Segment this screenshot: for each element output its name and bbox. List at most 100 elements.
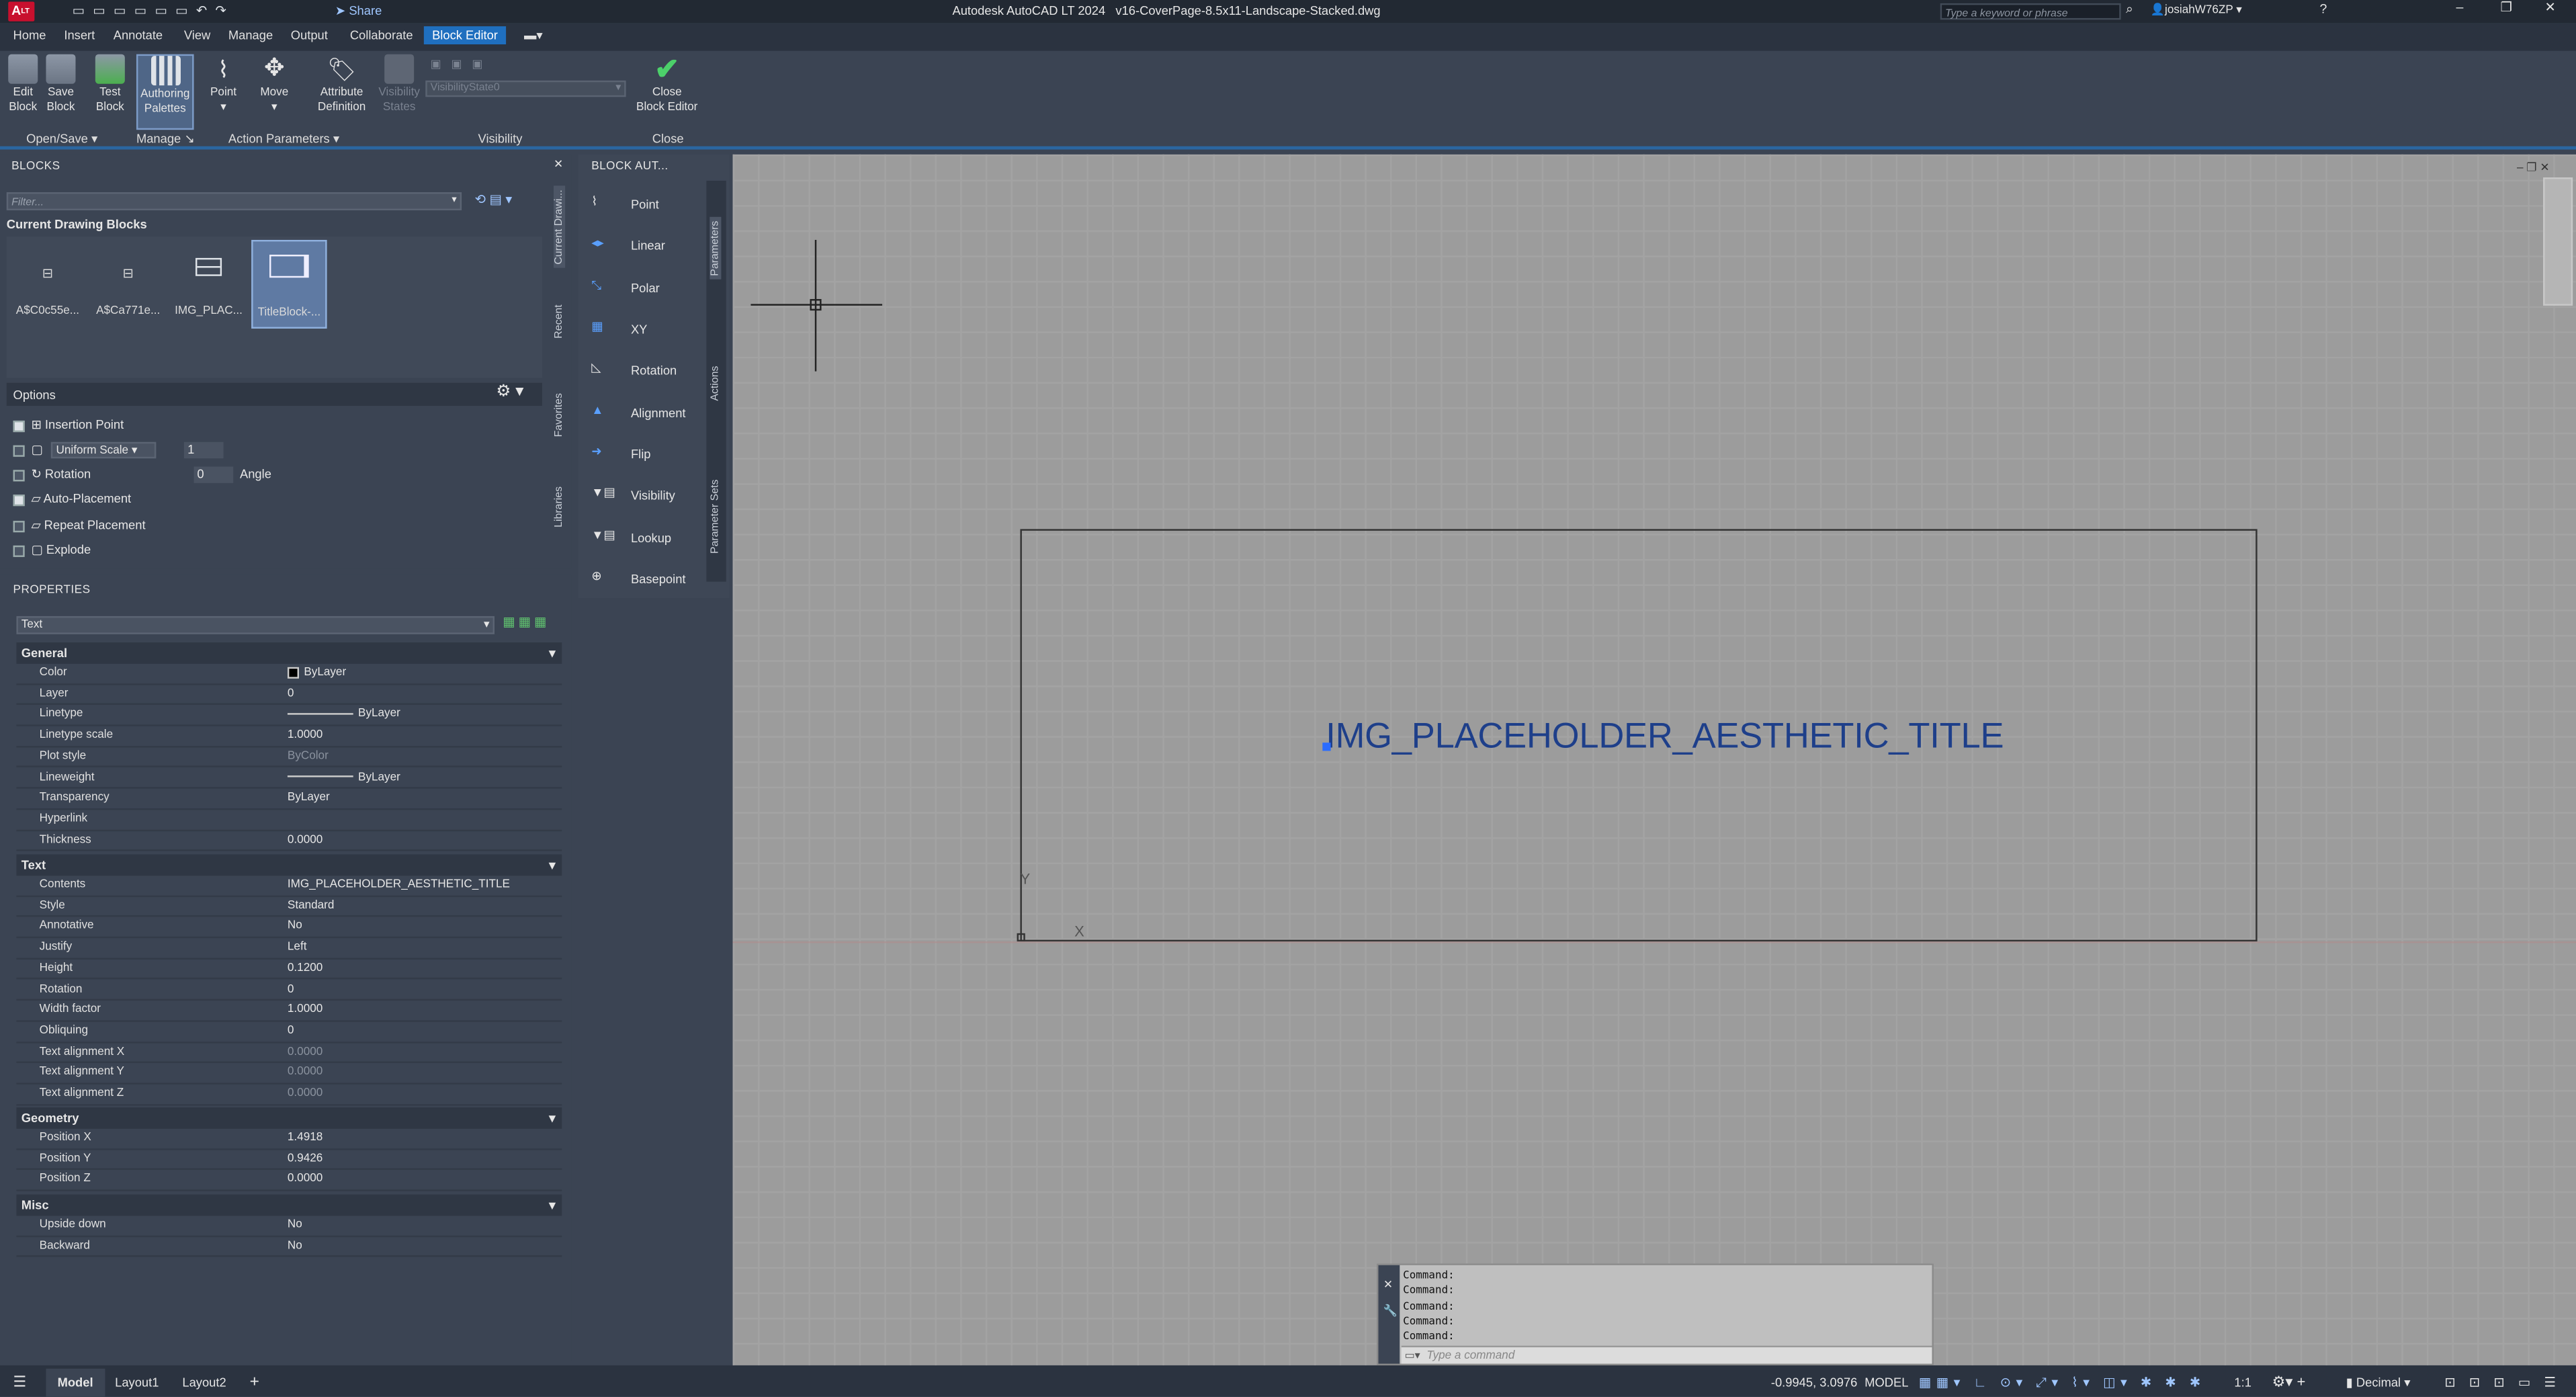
group-open-save[interactable]: Open/Save ▾	[26, 132, 97, 146]
command-input[interactable]: ▭▾ Type a command	[1401, 1345, 1932, 1364]
blocks-tab-favorites[interactable]: Favorites	[554, 393, 565, 437]
tool-xy[interactable]: ▦ XY	[591, 319, 647, 337]
section-general[interactable]: General ▾	[16, 642, 562, 664]
section-misc[interactable]: Misc ▾	[16, 1194, 562, 1216]
tab-layout2[interactable]: Layout2	[182, 1369, 226, 1397]
prop-position-x[interactable]: Position X 1.4918	[16, 1129, 562, 1150]
block-thumb-2[interactable]: ⊟ A$Ca771e...	[90, 240, 165, 329]
gear-icon[interactable]: ⚙ ▾	[496, 383, 523, 401]
block-thumb-4[interactable]: TitleBlock-...	[251, 239, 327, 329]
close-icon[interactable]: ✕	[1383, 1278, 1393, 1292]
drawing-canvas[interactable]: – ❐ ✕ IMG_PLACEHOLDER_AESTHETIC_TITLE Y …	[732, 154, 2576, 1365]
uniform-scale-select[interactable]: Uniform Scale ▾	[51, 441, 157, 459]
annotation-scale[interactable]: 1:1	[2234, 1369, 2251, 1397]
save-block-button[interactable]: Save Block	[43, 54, 79, 115]
units-select[interactable]: ▮ Decimal ▾	[2346, 1369, 2411, 1397]
navigation-bar[interactable]	[2543, 177, 2573, 306]
layout-menu-icon[interactable]: ☰	[13, 1369, 27, 1397]
option-insertion-point[interactable]: ⊞ Insertion Point	[13, 416, 124, 435]
prop-linetype[interactable]: Linetype ByLayer	[16, 706, 562, 726]
prop-justify[interactable]: Justify Left	[16, 938, 562, 960]
tab-insert[interactable]: Insert	[64, 28, 95, 43]
option-explode[interactable]: ▢ Explode	[13, 540, 91, 560]
tool-alignment[interactable]: ▲ Alignment	[591, 403, 685, 421]
prop-text-alignment-x[interactable]: Text alignment X 0.0000	[16, 1043, 562, 1064]
view-options-icon[interactable]: ⟲ ▤ ▾	[475, 192, 513, 207]
tool-polar[interactable]: ⤡ Polar	[591, 278, 660, 296]
gear-icon[interactable]: ⚙▾ +	[2272, 1369, 2306, 1397]
authoring-palettes-button[interactable]: Authoring Palettes	[136, 54, 194, 130]
tab-output[interactable]: Output	[291, 28, 328, 43]
plot-icon[interactable]: ▭	[175, 3, 196, 18]
blocks-tab-recent[interactable]: Recent	[554, 304, 565, 338]
add-layout-icon[interactable]: +	[250, 1369, 259, 1397]
tool-lookup[interactable]: ▼▤ Lookup	[591, 527, 671, 546]
search-input[interactable]: Type a keyword or phrase	[1940, 3, 2121, 20]
viewport-controls[interactable]: – ❐ ✕	[2517, 161, 2550, 174]
close-window-button[interactable]: ✕	[2545, 0, 2556, 15]
tab-annotate[interactable]: Annotate	[114, 28, 163, 43]
group-action-parameters[interactable]: Action Parameters ▾	[228, 132, 339, 146]
tab-layout1[interactable]: Layout1	[115, 1369, 159, 1397]
tab-manage[interactable]: Manage	[228, 28, 273, 43]
status-tool-icons[interactable]: ▦▦▾ ∟ ⊙▾ ⤢▾ ⌇▾ ◫▾ ✱ ✱ ✱	[1919, 1369, 2206, 1397]
tool-basepoint[interactable]: ⊕ Basepoint	[591, 568, 685, 587]
attribute-definition-button[interactable]: 🏷 Attribute Definition	[312, 54, 372, 115]
web-save-icon[interactable]: ▭	[155, 3, 175, 18]
block-thumb-1[interactable]: ⊟ A$C0c55e...	[10, 240, 85, 329]
user-account[interactable]: 👤josiahW76ZP ▾	[2151, 3, 2242, 16]
tab-model[interactable]: Model	[46, 1368, 105, 1397]
app-logo[interactable]: ALT	[8, 1, 35, 22]
blocks-filter-input[interactable]: Filter... ▾	[6, 192, 462, 210]
tab-collaborate[interactable]: Collaborate	[350, 28, 413, 43]
prop-contents[interactable]: Contents IMG_PLACEHOLDER_AESTHETIC_TITLE	[16, 876, 562, 897]
close-block-editor-button[interactable]: ✔ Close Block Editor	[632, 54, 701, 115]
prop-transparency[interactable]: Transparency ByLayer	[16, 789, 562, 810]
prop-thickness[interactable]: Thickness 0.0000	[16, 831, 562, 852]
checkbox-icon[interactable]	[13, 544, 25, 556]
undo-icon[interactable]: ↶	[196, 3, 216, 18]
visibility-states-button[interactable]: Visibility States	[376, 54, 422, 115]
prop-height[interactable]: Height 0.1200	[16, 959, 562, 980]
tool-flip[interactable]: ➜ Flip	[591, 443, 650, 462]
prop-backward[interactable]: Backward No	[16, 1236, 562, 1258]
tab-overflow-icon[interactable]: ▬▾	[524, 28, 543, 43]
prop-position-z[interactable]: Position Z 0.0000	[16, 1171, 562, 1191]
prop-layer[interactable]: Layer 0	[16, 685, 562, 706]
tab-parameters[interactable]: Parameters	[710, 217, 722, 280]
quick-select-icons[interactable]: ▦▦▦	[503, 614, 550, 629]
tab-block-editor[interactable]: Block Editor	[423, 26, 507, 45]
prop-upside-down[interactable]: Upside down No	[16, 1216, 562, 1237]
blocks-tab-current[interactable]: Current Drawi...	[554, 186, 566, 268]
text-grip[interactable]	[1322, 743, 1331, 751]
checkbox-icon[interactable]	[13, 419, 25, 431]
checkbox-icon[interactable]	[13, 444, 25, 456]
checkbox-icon[interactable]	[13, 519, 25, 532]
block-thumb-3[interactable]: IMG_PLAC...	[171, 240, 246, 329]
status-right-icons[interactable]: ⊡ ⊡ ⊡ ▭ ☰	[2444, 1369, 2561, 1397]
group-manage[interactable]: Manage ↘	[136, 132, 195, 146]
minimize-button[interactable]: –	[2456, 0, 2463, 15]
test-block-button[interactable]: Test Block	[92, 54, 128, 115]
help-icon[interactable]: ?	[2320, 1, 2327, 16]
tool-linear[interactable]: ◂▸ Linear	[591, 235, 665, 253]
palette-close-icon[interactable]: ✕	[554, 158, 563, 171]
prop-position-y[interactable]: Position Y 0.9426	[16, 1150, 562, 1171]
visibility-state-select[interactable]: VisibilityState0 ▾	[425, 80, 626, 97]
prop-color[interactable]: Color ByLayer	[16, 664, 562, 685]
model-space-toggle[interactable]: MODEL	[1864, 1369, 1908, 1397]
prop-rotation[interactable]: Rotation 0	[16, 980, 562, 1001]
restore-button[interactable]: ❐	[2501, 0, 2513, 15]
prop-plot-style[interactable]: Plot style ByColor	[16, 747, 562, 769]
prop-text-alignment-y[interactable]: Text alignment Y 0.0000	[16, 1064, 562, 1085]
tool-point[interactable]: ⌇ Point	[591, 194, 659, 212]
share-button[interactable]: ➤ Share	[335, 3, 382, 18]
coordinates-readout[interactable]: -0.9945, 3.0976	[1771, 1369, 1857, 1397]
edit-block-button[interactable]: Edit Block	[5, 54, 41, 115]
option-repeat-placement[interactable]: ▱ Repeat Placement	[13, 516, 146, 536]
search-icon[interactable]: ⌕	[2126, 1, 2133, 17]
tab-parameter-sets[interactable]: Parameter Sets	[710, 480, 721, 554]
rotation-value-input[interactable]: 0	[194, 466, 234, 483]
redo-icon[interactable]: ↷	[216, 3, 235, 18]
tab-view[interactable]: View	[184, 28, 210, 43]
